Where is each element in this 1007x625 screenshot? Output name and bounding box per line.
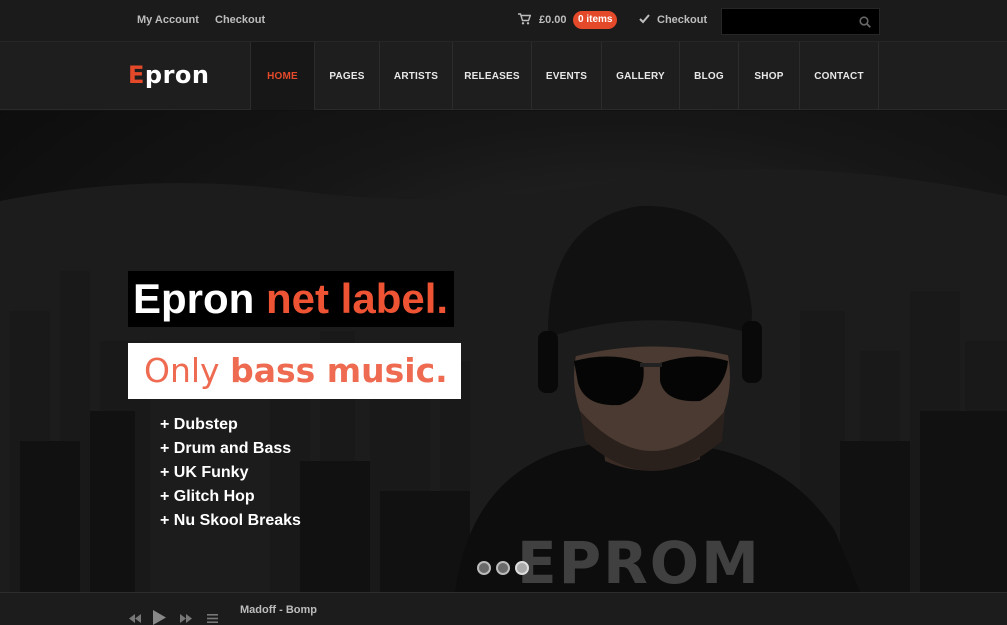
- nav-gallery[interactable]: GALLERY: [602, 42, 680, 110]
- nav-events[interactable]: EVENTS: [532, 42, 602, 110]
- hero-subheadline: Only bass music.: [128, 343, 461, 399]
- headline-part2: net label.: [266, 275, 449, 322]
- genre-item: + Nu Skool Breaks: [160, 512, 301, 529]
- play-icon[interactable]: [153, 610, 166, 625]
- next-icon[interactable]: [180, 614, 192, 623]
- cart-icon[interactable]: [518, 13, 531, 25]
- main-nav: HOME PAGES ARTISTS RELEASES EVENTS GALLE…: [250, 42, 879, 110]
- playlist-icon[interactable]: [207, 614, 218, 623]
- genre-item: + Dubstep: [160, 416, 238, 433]
- nav-artists[interactable]: ARTISTS: [380, 42, 453, 110]
- genre-item: + UK Funky: [160, 464, 249, 481]
- search-icon[interactable]: [859, 16, 871, 28]
- checkout-link[interactable]: Checkout: [215, 14, 265, 26]
- checkout-link-right[interactable]: Checkout: [657, 14, 707, 26]
- hero-slider: Epron net label. Only bass music. + Dubs…: [0, 111, 1007, 592]
- slide-dot-1[interactable]: [477, 561, 491, 575]
- slide-dot-2[interactable]: [496, 561, 510, 575]
- nav-contact[interactable]: CONTACT: [800, 42, 879, 110]
- slide-dot-3[interactable]: [515, 561, 529, 575]
- genre-item: + Drum and Bass: [160, 440, 292, 457]
- logo-accent: E: [128, 61, 145, 89]
- prev-icon[interactable]: [129, 614, 141, 623]
- search-box: [721, 8, 880, 35]
- genre-item: + Glitch Hop: [160, 488, 255, 505]
- nav-shop[interactable]: SHOP: [739, 42, 800, 110]
- slider-pagination: [477, 561, 529, 575]
- my-account-link[interactable]: My Account: [137, 14, 199, 26]
- cart-amount[interactable]: £0.00: [539, 14, 567, 26]
- nav-home[interactable]: HOME: [251, 42, 315, 110]
- cart-items-badge[interactable]: 0 items: [573, 11, 618, 29]
- nav-blog[interactable]: BLOG: [680, 42, 739, 110]
- nav-releases[interactable]: RELEASES: [453, 42, 532, 110]
- check-icon: [639, 14, 650, 24]
- genre-list: + Dubstep + Drum and Bass + UK Funky + G…: [160, 413, 301, 533]
- nav-pages[interactable]: PAGES: [315, 42, 380, 110]
- now-playing-track: Madoff - Bomp: [240, 604, 317, 616]
- subheadline-part2: bass music.: [230, 351, 448, 390]
- main-header: Epron HOME PAGES ARTISTS RELEASES EVENTS…: [0, 42, 1007, 110]
- logo[interactable]: Epron: [128, 61, 210, 89]
- search-input[interactable]: [722, 9, 852, 34]
- shirt-logo: EPROM: [517, 529, 761, 592]
- audio-player: Madoff - Bomp: [0, 592, 1007, 625]
- top-utility-bar: My Account Checkout £0.00 0 items Checko…: [0, 0, 1007, 42]
- hero-headline: Epron net label.: [128, 271, 455, 327]
- logo-text: pron: [144, 61, 210, 89]
- headline-part1: Epron: [133, 275, 255, 322]
- subheadline-part1: Only: [144, 351, 220, 390]
